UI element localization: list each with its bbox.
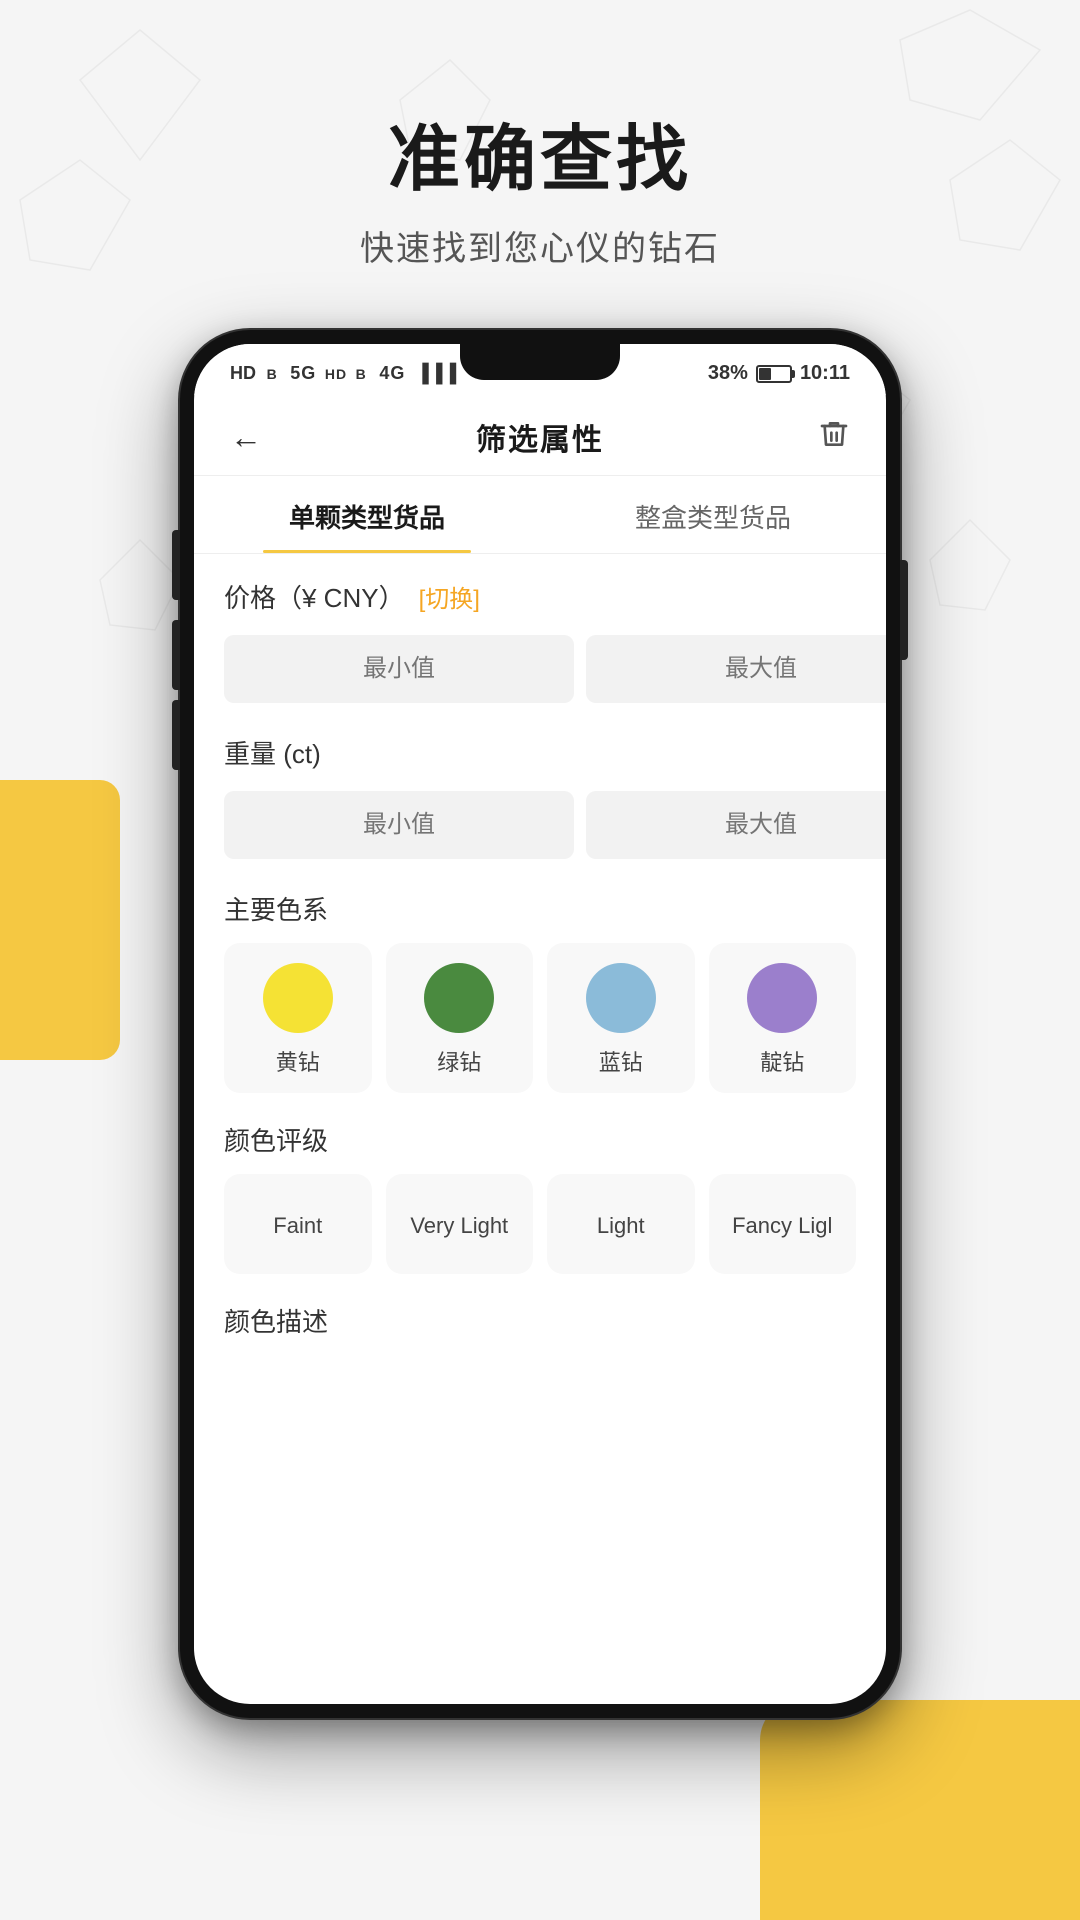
switch-button[interactable]: [切换] <box>419 579 480 614</box>
color-label: 主要色系 <box>224 890 328 927</box>
grade-item-very-light[interactable]: Very Light <box>386 1174 534 1274</box>
page-title: 准确查找 <box>0 100 1080 205</box>
yellow-accent-bottom-right <box>760 1700 1080 1920</box>
page-subtitle: 快速找到您心仪的钻石 <box>0 221 1080 270</box>
blue-circle <box>586 963 656 1033</box>
color-item-blue[interactable]: 蓝钻 <box>547 943 695 1093</box>
purple-circle <box>747 963 817 1033</box>
price-section-header: 价格（¥ CNY） [切换] <box>224 578 856 615</box>
app-title: 筛选属性 <box>476 415 604 459</box>
color-item-purple[interactable]: 靛钻 <box>709 943 857 1093</box>
grade-label: 颜色评级 <box>224 1121 328 1158</box>
green-circle <box>424 963 494 1033</box>
blue-label: 蓝钻 <box>599 1045 643 1077</box>
yellow-label: 黄钻 <box>276 1045 320 1077</box>
trash-button[interactable] <box>818 418 850 457</box>
color-item-green[interactable]: 绿钻 <box>386 943 534 1093</box>
phone-notch <box>460 344 620 380</box>
weight-min-input[interactable] <box>224 791 574 859</box>
grade-item-faint[interactable]: Faint <box>224 1174 372 1274</box>
phone-outer: HD B 5G HD B 4G ▐▐▐ 38% 10:11 <box>180 330 900 1718</box>
color-section-header: 主要色系 <box>224 890 856 927</box>
grade-section-header: 颜色评级 <box>224 1121 856 1158</box>
weight-input-row: 范围 ▼ <box>224 787 856 862</box>
price-min-input[interactable] <box>224 635 574 703</box>
status-signal: HD B 5G HD B 4G ▐▐▐ <box>230 362 457 385</box>
grade-grid: Faint Very Light Light Fancy Ligl <box>224 1174 856 1274</box>
battery-icon <box>756 365 792 383</box>
price-label: 价格（¥ CNY） <box>224 578 405 615</box>
back-button[interactable]: ← <box>230 419 262 456</box>
price-input-row: 范围 ▼ <box>224 631 856 706</box>
weight-label: 重量 (ct) <box>224 734 321 771</box>
color-grid: 黄钻 绿钻 蓝钻 靛钻 <box>224 943 856 1093</box>
grade-item-light[interactable]: Light <box>547 1174 695 1274</box>
filter-content: 价格（¥ CNY） [切换] 范围 ▼ 重量 (ct) <box>194 554 886 1704</box>
color-item-yellow[interactable]: 黄钻 <box>224 943 372 1093</box>
status-time: 10:11 <box>800 362 850 385</box>
green-label: 绿钻 <box>437 1045 481 1077</box>
tab-bar: 单颗类型货品 整盒类型货品 <box>194 476 886 554</box>
page-header: 准确查找 快速找到您心仪的钻石 <box>0 0 1080 310</box>
yellow-circle <box>263 963 333 1033</box>
very-light-label: Very Light <box>410 1213 508 1239</box>
yellow-accent-left <box>0 780 120 1060</box>
status-right: 38% 10:11 <box>708 362 850 385</box>
grade-item-fancy-light[interactable]: Fancy Ligl <box>709 1174 857 1274</box>
tab-box[interactable]: 整盒类型货品 <box>540 476 886 553</box>
description-label: 颜色描述 <box>224 1302 328 1339</box>
faint-label: Faint <box>273 1213 322 1239</box>
tab-single[interactable]: 单颗类型货品 <box>194 476 540 553</box>
light-label: Light <box>597 1213 645 1239</box>
fancy-light-label: Fancy Ligl <box>732 1213 832 1239</box>
phone-mockup: HD B 5G HD B 4G ▐▐▐ 38% 10:11 <box>180 330 900 1718</box>
purple-label: 靛钻 <box>760 1045 804 1077</box>
app-header: ← 筛选属性 <box>194 395 886 476</box>
price-max-input[interactable] <box>586 635 886 703</box>
phone-screen: HD B 5G HD B 4G ▐▐▐ 38% 10:11 <box>194 344 886 1704</box>
status-battery-percent: 38% <box>708 362 748 385</box>
description-section-header: 颜色描述 <box>224 1302 856 1339</box>
weight-max-input[interactable] <box>586 791 886 859</box>
weight-section-header: 重量 (ct) <box>224 734 856 771</box>
